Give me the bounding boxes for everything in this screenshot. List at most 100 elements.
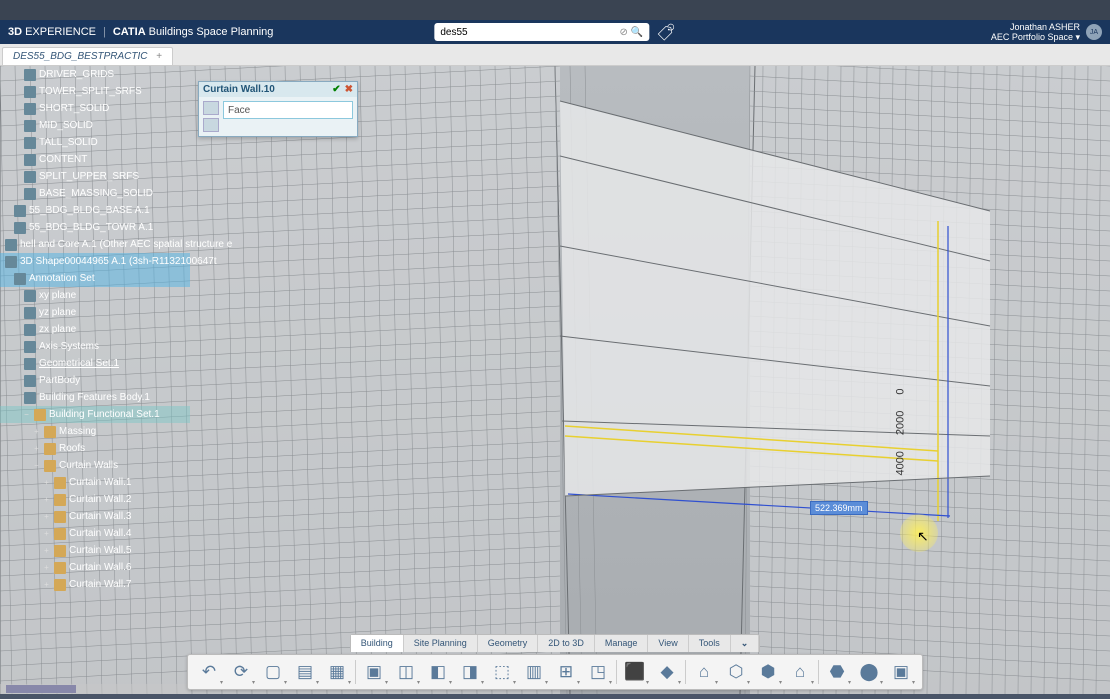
user-info[interactable]: Jonathan ASHER AEC Portfolio Space ▾ [991, 22, 1080, 42]
tree-item[interactable]: +Curtain Wall.1 [0, 474, 190, 491]
tree-item[interactable]: Geometrical Set.1 [0, 355, 190, 372]
tree-label: BASE_MASSING_SOLID [39, 188, 153, 199]
toolbar-button[interactable]: ⬛▾ [620, 658, 650, 686]
tree-item[interactable]: TOWER_SPLIT_SRFS [0, 83, 190, 100]
tag-icon[interactable]: 🏷 [656, 22, 676, 42]
expand-icon[interactable]: + [42, 495, 51, 504]
toolbar-button[interactable]: ⊞▾ [551, 658, 581, 686]
toolbar-button[interactable]: ⬚▾ [487, 658, 517, 686]
tree-item[interactable]: +Curtain Wall.5 [0, 542, 190, 559]
action-tab-site-planning[interactable]: Site Planning [404, 635, 478, 652]
document-tab[interactable]: DES55_BDG_BESTPRACTIC + [2, 47, 173, 65]
expand-icon[interactable]: − [32, 461, 41, 470]
expand-icon[interactable]: + [32, 427, 41, 436]
action-tab-tools[interactable]: Tools [689, 635, 731, 652]
tree-item[interactable]: DRIVER_GRIDS [0, 66, 190, 83]
expand-icon[interactable]: + [32, 444, 41, 453]
expand-icon[interactable]: − [22, 410, 31, 419]
avatar[interactable]: JA [1086, 24, 1102, 40]
tree-item[interactable]: MID_SOLID [0, 117, 190, 134]
toolbar-button[interactable]: ▤▾ [290, 658, 320, 686]
tree-item[interactable]: yz plane [0, 304, 190, 321]
tree-item[interactable]: SPLIT_UPPER_SRFS [0, 168, 190, 185]
toolbar-button[interactable]: ▢▾ [258, 658, 288, 686]
tree-item[interactable]: CONTENT [0, 151, 190, 168]
action-tab-2d-to-3d[interactable]: 2D to 3D [538, 635, 595, 652]
toolbar-button[interactable]: ⬢▾ [753, 658, 783, 686]
toolbar-button[interactable]: ▥▾ [519, 658, 549, 686]
tree-item[interactable]: BASE_MASSING_SOLID [0, 185, 190, 202]
action-tab-more[interactable]: ⌄ [731, 635, 760, 652]
expand-icon[interactable]: + [42, 529, 51, 538]
dialog-body [199, 97, 357, 136]
search-icon[interactable]: 🔍 [631, 27, 643, 38]
tree-label: MID_SOLID [39, 120, 93, 131]
tree-icon [24, 324, 36, 336]
tree-icon [24, 171, 36, 183]
toolbar-button[interactable]: ◫▾ [391, 658, 421, 686]
toolbar-button[interactable]: ⬡▾ [721, 658, 751, 686]
tree-item[interactable]: +Roofs [0, 440, 190, 457]
toolbar-button[interactable]: ▦▾ [322, 658, 352, 686]
dialog-tool-1[interactable] [203, 101, 219, 115]
tab-add-icon[interactable]: + [156, 51, 162, 62]
toolbar-button[interactable]: ⬣▾ [822, 658, 852, 686]
expand-icon[interactable]: + [42, 478, 51, 487]
tree-item[interactable]: SHORT_SOLID [0, 100, 190, 117]
tree-item[interactable]: zx plane [0, 321, 190, 338]
tree-item[interactable]: −Building Functional Set.1 [0, 406, 190, 423]
tree-label: Curtain Wall.2 [69, 494, 131, 505]
tree-icon [24, 341, 36, 353]
toolbar-button[interactable]: ⬤▾ [854, 658, 884, 686]
toolbar-button[interactable]: ⌂▾ [785, 658, 815, 686]
tree-item[interactable]: Building Features Body.1 [0, 389, 190, 406]
toolbar-button[interactable]: ↶▾ [194, 658, 224, 686]
clear-icon[interactable]: ⊘ [620, 27, 628, 38]
tree-item[interactable]: 3D Shape00044965 A.1 (3sh-R1132100647t [0, 253, 190, 270]
tree-item[interactable]: PartBody [0, 372, 190, 389]
tree-item[interactable]: Annotation Set [0, 270, 190, 287]
tree-item[interactable]: +Curtain Wall.4 [0, 525, 190, 542]
document-tabbar: DES55_BDG_BESTPRACTIC + [0, 44, 1110, 66]
tree-item[interactable]: 55_BDG_BLDG_TOWR A.1 [0, 219, 190, 236]
toolbar-button[interactable]: ◧▾ [423, 658, 453, 686]
tree-item[interactable]: hell and Core A.1 (Other AEC spatial str… [0, 236, 190, 253]
toolbar-button[interactable]: ⟳▾ [226, 658, 256, 686]
toolbar-button[interactable]: ◨▾ [455, 658, 485, 686]
tree-item[interactable]: Axis Systems [0, 338, 190, 355]
tree-item[interactable]: xy plane [0, 287, 190, 304]
expand-icon[interactable]: + [42, 563, 51, 572]
tree-item[interactable]: 55_BDG_BLDG_BASE A.1 [0, 202, 190, 219]
tree-item[interactable]: +Curtain Wall.6 [0, 559, 190, 576]
face-input[interactable] [223, 101, 353, 119]
tree-item[interactable]: TALL_SOLID [0, 134, 190, 151]
action-tab-geometry[interactable]: Geometry [478, 635, 539, 652]
tree-item[interactable]: + Curtain Wall.2 [0, 491, 190, 508]
toolbar-button[interactable]: ◳▾ [583, 658, 613, 686]
expand-icon[interactable]: + [42, 580, 51, 589]
close-icon[interactable]: ✖ [345, 84, 353, 95]
dialog-tool-2[interactable] [203, 118, 219, 132]
toolbar-button[interactable]: ◆▾ [652, 658, 682, 686]
feature-tree[interactable]: DRIVER_GRIDSTOWER_SPLIT_SRFSSHORT_SOLID M… [0, 66, 190, 593]
expand-icon[interactable]: + [42, 546, 51, 555]
search-input[interactable] [440, 27, 619, 38]
curtain-wall-dialog[interactable]: Curtain Wall.10 ✔ ✖ [198, 81, 358, 137]
tree-item[interactable]: +Massing [0, 423, 190, 440]
tree-item[interactable]: −Curtain Walls [0, 457, 190, 474]
action-tab-building[interactable]: Building [351, 635, 404, 652]
expand-icon[interactable]: + [42, 512, 51, 521]
ok-icon[interactable]: ✔ [332, 84, 340, 95]
tree-item[interactable]: +Curtain Wall.7 [0, 576, 190, 593]
tree-label: TALL_SOLID [39, 137, 98, 148]
tree-icon [54, 562, 66, 574]
dialog-titlebar[interactable]: Curtain Wall.10 ✔ ✖ [199, 82, 357, 97]
tree-item[interactable]: +Curtain Wall.3 [0, 508, 190, 525]
search-box[interactable]: ⊘ 🔍 [434, 23, 649, 41]
action-tab-manage[interactable]: Manage [595, 635, 649, 652]
action-tab-view[interactable]: View [648, 635, 688, 652]
toolbar-button[interactable]: ⌂▾ [689, 658, 719, 686]
toolbar-button[interactable]: ▣▾ [886, 658, 916, 686]
workspace: DRIVER_GRIDSTOWER_SPLIT_SRFSSHORT_SOLID M… [0, 66, 1110, 694]
toolbar-button[interactable]: ▣▾ [359, 658, 389, 686]
